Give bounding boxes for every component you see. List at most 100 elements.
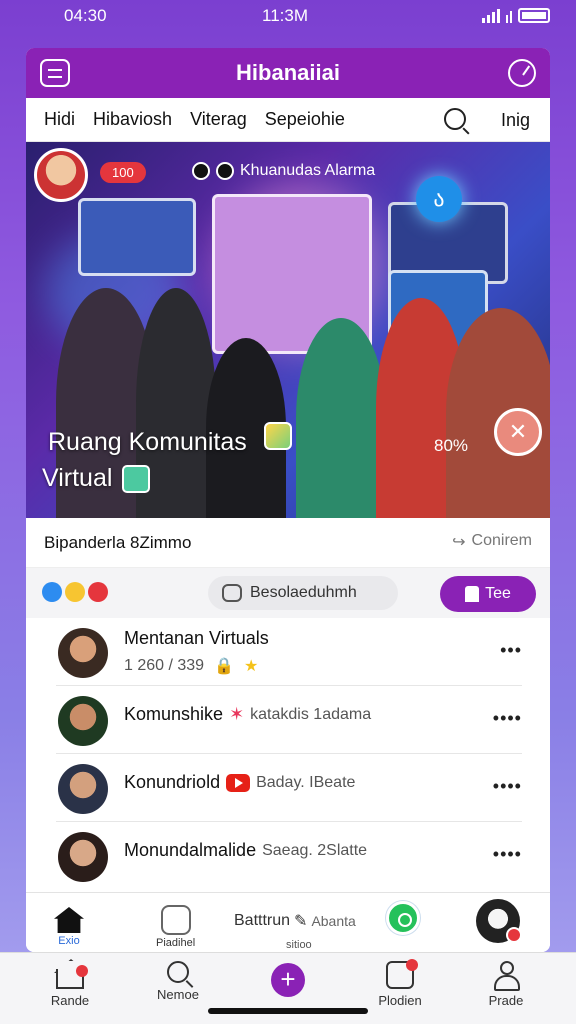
notification-dot [76, 965, 88, 977]
share-bubble-icon[interactable]: ა [416, 176, 462, 222]
home-icon [56, 965, 88, 989]
inbox-icon [386, 959, 418, 989]
live-label: Khuanudas Alarma [192, 162, 375, 180]
list-item[interactable]: Monundalmalide Saeag. 2Slatte •••• [56, 822, 522, 890]
leaf-icon [264, 422, 292, 450]
tab-2[interactable]: Hibaviosh [93, 109, 172, 130]
pen-icon: ✎ [294, 913, 308, 930]
primary-action-label: Tee [485, 585, 511, 602]
hero-caption-line2-text: Virtual [42, 464, 113, 492]
actions-row: Besolaeduhmh Tee [26, 568, 550, 618]
primary-action-button[interactable]: Tee [440, 576, 536, 612]
nav-center-label: Batttrun [234, 912, 291, 929]
comment-icon [222, 584, 242, 602]
avatar [58, 628, 108, 678]
post-caption: Bipanderla 8Zimmo [44, 532, 192, 552]
bottom-nav-inbox-label: Plodien [378, 993, 422, 1008]
tab-bar: Hidi Hibaviosh Viterag Sepeiohie Inig [26, 98, 550, 142]
timer-icon[interactable] [508, 59, 536, 87]
list-item[interactable]: Konundriold Baday. IBeate •••• [56, 754, 522, 822]
more-icon[interactable]: ••• [500, 640, 522, 661]
gift-icon [465, 586, 480, 602]
hero-caption-line2: Virtual [42, 464, 151, 493]
lock-icon: 🔒 [214, 658, 234, 675]
comment-input[interactable]: Besolaeduhmh [208, 576, 398, 610]
bottom-nav-search[interactable]: Nemoe [138, 961, 218, 1002]
avatar [58, 832, 108, 882]
bottom-nav-home[interactable]: Rande [30, 961, 110, 1008]
more-icon[interactable]: •••• [493, 776, 522, 797]
list-item-row: Konundriold Baday. IBeate [124, 772, 355, 793]
list-item-name: Monundalmalide [124, 840, 257, 860]
comment-placeholder: Besolaeduhmh [250, 584, 357, 601]
nav-center[interactable]: Batttrun ✎ Abanta sitioo [234, 911, 356, 951]
bottom-nav-profile[interactable]: Prade [466, 961, 546, 1008]
wifi-icon [506, 9, 512, 23]
like-icon [42, 582, 62, 602]
battery-icon [518, 8, 550, 23]
nav-center-meta: Abanta [311, 913, 356, 929]
list-item-row: Komunshike ✶ katakdis 1adama [124, 704, 371, 725]
avatar [58, 696, 108, 746]
more-icon[interactable]: •••• [493, 844, 522, 865]
list-item[interactable]: Mentanan Virtuals 1 260 / 339 🔒 ★ ••• [56, 618, 522, 686]
notification-dot [406, 959, 418, 971]
status-bar: 04:30 11:3M [0, 0, 576, 34]
nav-pod[interactable]: Piadihel [156, 905, 195, 949]
tab-1[interactable]: Hidi [44, 109, 75, 130]
nav-center-sub: sitioo [286, 939, 312, 951]
bookmark-icon[interactable] [122, 464, 151, 493]
star-icon: ★ [244, 658, 259, 675]
avatar [58, 764, 108, 814]
more-icon[interactable]: •••• [493, 708, 522, 729]
list-item-count: 1 260 / 339 [124, 657, 205, 674]
search-icon [167, 961, 189, 983]
status-time-center: 11:3M [262, 6, 308, 25]
tab-3[interactable]: Viterag [190, 109, 247, 130]
list-item[interactable]: Komunshike ✶ katakdis 1adama •••• [56, 686, 522, 754]
hero-panel-left [78, 198, 196, 276]
hero-image[interactable]: 100 Khuanudas Alarma ა Ruang Komunitas V… [26, 142, 550, 518]
close-hero-button[interactable]: ✕ [494, 408, 542, 456]
plus-icon[interactable]: + [271, 963, 305, 997]
search-icon[interactable] [444, 108, 466, 130]
app-title: Hibanaiiai [236, 60, 340, 85]
star-icon: ✶ [229, 704, 245, 724]
tab-right-label[interactable]: Inig [501, 110, 530, 131]
tab-4[interactable]: Sepeiohie [265, 109, 345, 130]
person-icon [492, 961, 520, 991]
device-icon [160, 905, 191, 935]
post-caption-row: Bipanderla 8Zimmo ↪ Conirem [26, 518, 550, 568]
inner-tab-bar: Exio Piadihel Batttrun ✎ Abanta sitioo [26, 892, 550, 952]
share-label: Conirem [471, 532, 532, 549]
status-icons [482, 8, 550, 23]
hero-percent: 80% [434, 436, 469, 455]
profile-avatar[interactable] [476, 899, 522, 943]
viewer-badge: 100 [100, 162, 146, 183]
list-item-meta: katakdis 1adama [250, 705, 372, 723]
home-indicator [208, 1008, 368, 1014]
list-item-sub: 1 260 / 339 🔒 ★ [124, 656, 258, 676]
smile-icon [65, 582, 85, 602]
video-icon [226, 773, 251, 792]
list-item-meta: Baday. IBeate [256, 773, 356, 791]
whatsapp-icon[interactable] [386, 901, 420, 935]
host-avatar[interactable] [34, 148, 88, 202]
list-item-name: Mentanan Virtuals [124, 628, 269, 648]
list-item-meta: Saeag. 2Slatte [262, 841, 368, 859]
status-time-left: 04:30 [64, 6, 107, 25]
heart-icon [88, 582, 108, 602]
bottom-nav-inbox[interactable]: Plodien [360, 959, 440, 1008]
home-icon [54, 907, 84, 933]
list-item-name: Komunshike [124, 704, 224, 724]
camera-icon [216, 162, 234, 180]
share-button[interactable]: ↪ Conirem [452, 532, 532, 552]
hero-caption-line1: Ruang Komunitas [48, 428, 247, 456]
nav-home[interactable]: Exio [54, 907, 84, 947]
bottom-nav-search-label: Nemoe [157, 987, 199, 1002]
bottom-nav-home-label: Rande [50, 993, 90, 1008]
share-icon: ↪ [452, 534, 466, 551]
nav-pod-label: Piadihel [156, 937, 196, 949]
live-title: Khuanudas Alarma [240, 162, 376, 179]
reaction-icons[interactable] [42, 582, 108, 602]
